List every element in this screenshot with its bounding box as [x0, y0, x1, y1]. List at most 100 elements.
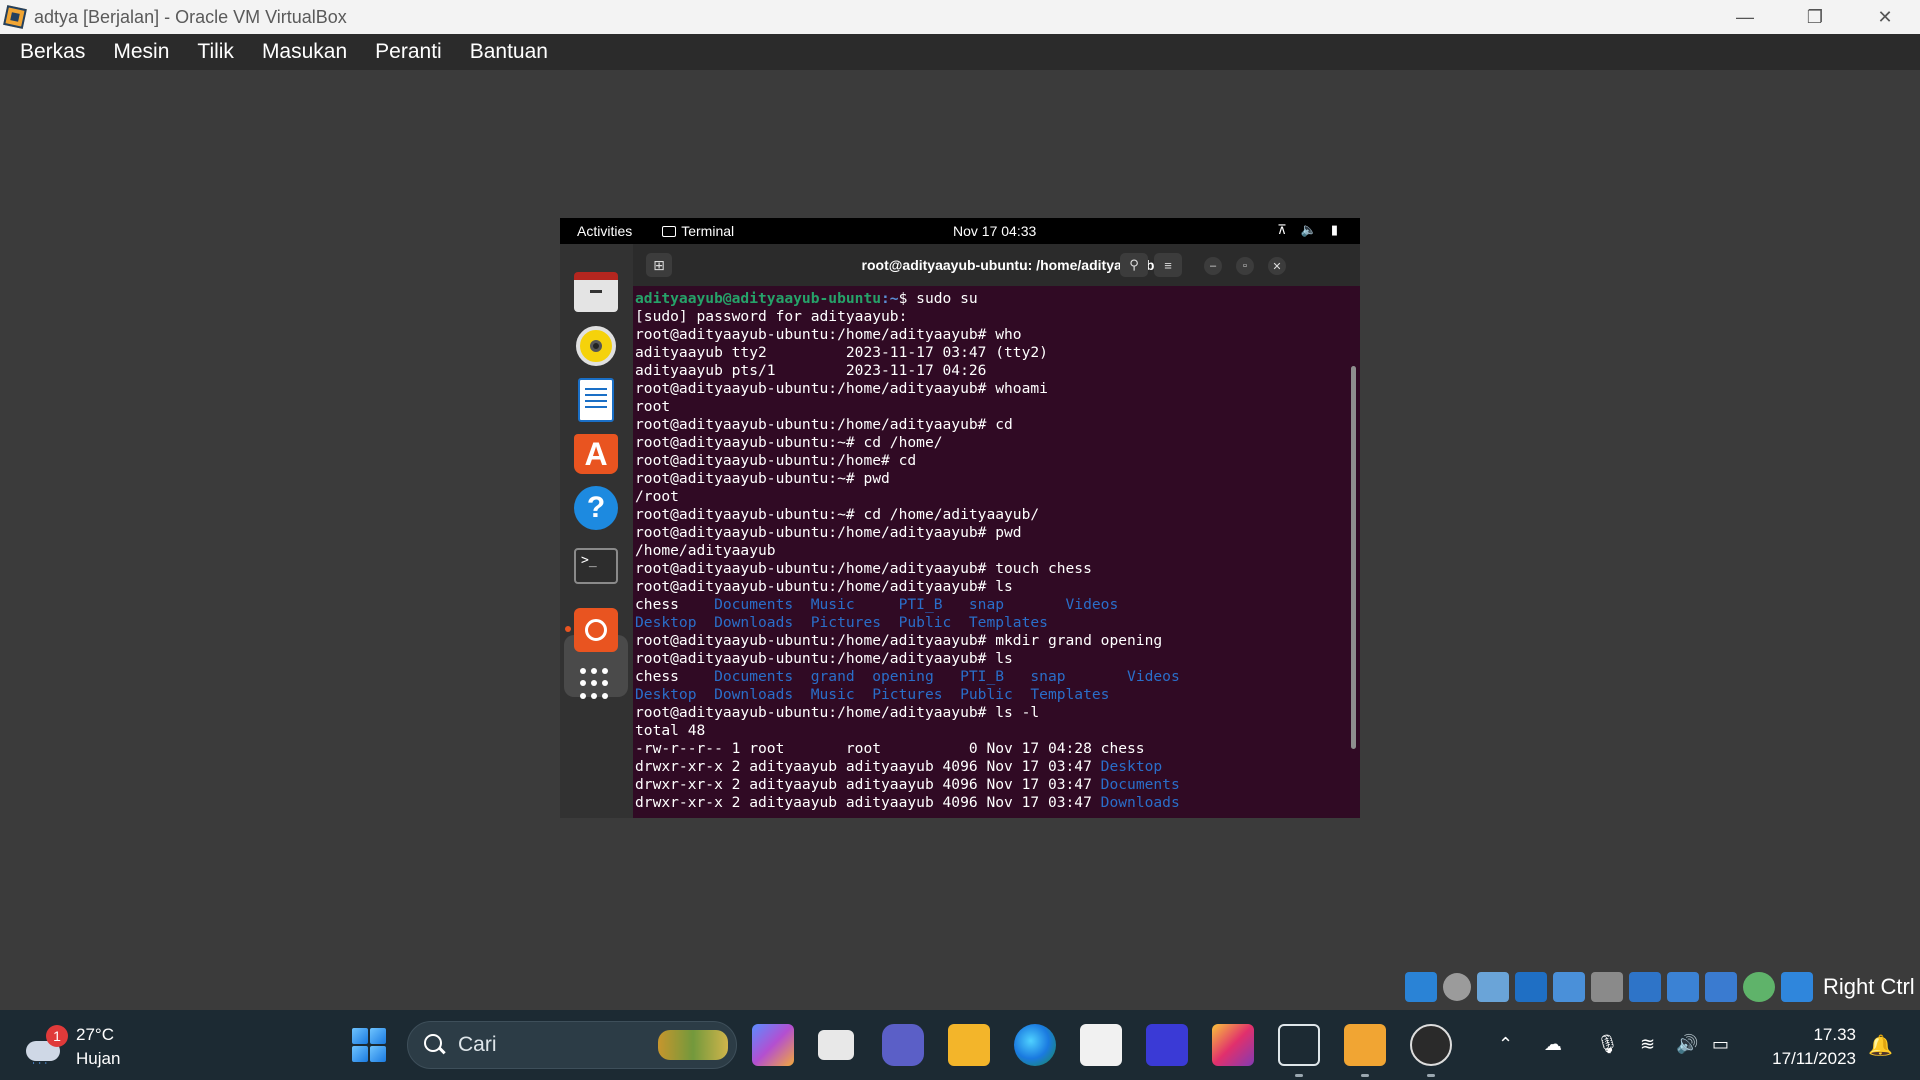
microphone-icon[interactable]: 🎙	[1596, 1034, 1619, 1055]
terminal-line: root@adityaayub-ubuntu:/home/adityaayub#…	[635, 524, 1022, 541]
instagram-icon[interactable]	[1212, 1024, 1254, 1066]
activities-button[interactable]: Activities	[577, 223, 632, 239]
terminal-output[interactable]: adityaayub@adityaayub-ubuntu:~$ sudo su …	[633, 286, 1360, 818]
system-clock[interactable]: 17.33 17/11/2023	[1758, 1023, 1856, 1071]
network-adapter-icon[interactable]	[1515, 972, 1547, 1002]
window-title: adtya [Berjalan] - Oracle VM VirtualBox	[34, 6, 347, 27]
terminal-line: total 48	[635, 722, 706, 739]
terminal-menu-button[interactable]: ≡	[1154, 253, 1182, 277]
mouse-integration-icon[interactable]	[1743, 972, 1775, 1002]
close-button[interactable]: ✕	[1850, 0, 1920, 34]
dock-terminal[interactable]: >_	[572, 542, 620, 590]
dock-writer[interactable]	[572, 376, 620, 424]
libreoffice-writer-icon	[578, 378, 614, 422]
terminal-line: root@adityaayub-ubuntu:/home/adityaayub#…	[635, 380, 1048, 397]
hamburger-icon: ≡	[1164, 257, 1172, 273]
restore-button[interactable]: ❐	[1780, 0, 1850, 34]
terminal-line: -rw-r--r-- 1 root root 0 Nov 17 04:28 ch…	[635, 740, 1145, 757]
dock-ubuntu[interactable]	[572, 606, 620, 654]
power-automate-icon[interactable]	[1146, 1024, 1188, 1066]
speaker-icon[interactable]: 🔊	[1676, 1034, 1698, 1055]
terminal-search-button[interactable]: ⚲	[1120, 253, 1148, 277]
search-icon	[424, 1034, 446, 1056]
ls-dirs: Desktop Downloads Music Pictures Public …	[635, 686, 1110, 703]
terminal-line: root	[635, 398, 671, 415]
app-menu-label: Terminal	[681, 223, 735, 239]
menu-tilik[interactable]: Tilik	[197, 40, 234, 64]
running-indicator	[565, 626, 571, 632]
audio-icon[interactable]	[1477, 972, 1509, 1002]
ubuntu-dock: A ? >_	[560, 244, 633, 818]
keyboard-capture-icon[interactable]	[1781, 972, 1813, 1002]
terminal-header-bar: ⊞ root@adityaayub-ubuntu: /home/adityaay…	[633, 244, 1360, 286]
rhythmbox-icon	[576, 326, 616, 366]
terminal-line: root@adityaayub-ubuntu:~# cd /home/	[635, 434, 943, 451]
taskbar-search[interactable]: Cari	[407, 1021, 737, 1069]
virtualbox-taskbar-icon[interactable]	[1344, 1024, 1386, 1066]
terminal-scrollbar[interactable]	[1351, 366, 1356, 749]
chevron-up-icon[interactable]: ⌃	[1498, 1034, 1513, 1055]
terminal-small-icon	[662, 225, 677, 237]
terminal-line: root@adityaayub-ubuntu:/home# cd	[635, 452, 917, 469]
rain-cloud-icon: ∙ ∙ ∙ 1	[24, 1025, 68, 1069]
hard-disk-icon[interactable]	[1405, 972, 1437, 1002]
recording-icon[interactable]	[1667, 972, 1699, 1002]
dock-show-apps[interactable]	[572, 660, 620, 708]
files-icon	[574, 272, 618, 312]
ls-file: chess	[635, 596, 715, 613]
menu-masukan[interactable]: Masukan	[262, 40, 347, 64]
running-indicator	[1427, 1074, 1435, 1077]
gnome-clock[interactable]: Nov 17 04:33	[953, 223, 1036, 239]
system-status-menu[interactable]: ⊼ 🔈 ▮	[1277, 222, 1338, 238]
virtualbox-icon	[2, 4, 28, 30]
dock-help[interactable]: ?	[572, 484, 620, 532]
dock-software[interactable]: A	[572, 430, 620, 478]
menu-mesin[interactable]: Mesin	[113, 40, 169, 64]
prompt-user: adityaayub@adityaayub-ubuntu	[635, 290, 882, 307]
cpu-icon[interactable]	[1705, 972, 1737, 1002]
weather-temperature: 27°C	[76, 1025, 114, 1044]
menu-peranti[interactable]: Peranti	[375, 40, 442, 64]
terminal-line: root@adityaayub-ubuntu:/home/adityaayub#…	[635, 326, 1022, 343]
help-icon: ?	[574, 486, 618, 530]
start-button[interactable]	[352, 1028, 386, 1062]
terminal-maximize-button[interactable]: ▫	[1236, 257, 1254, 275]
terminal-close-button[interactable]: ✕	[1268, 257, 1286, 275]
menu-bantuan[interactable]: Bantuan	[470, 40, 548, 64]
copilot-icon[interactable]	[752, 1024, 794, 1066]
terminal-line: root@adityaayub-ubuntu:/home/adityaayub#…	[635, 650, 1013, 667]
obs-icon[interactable]	[1410, 1024, 1452, 1066]
microsoft-store-icon[interactable]	[1080, 1024, 1122, 1066]
usb-icon[interactable]	[1553, 972, 1585, 1002]
network-icon: ⊼	[1277, 222, 1287, 237]
wifi-icon[interactable]: ≋	[1640, 1034, 1655, 1055]
volume-icon: 🔈	[1300, 222, 1317, 237]
battery-icon[interactable]: ▭	[1712, 1034, 1729, 1055]
teams-chat-icon[interactable]	[882, 1024, 924, 1066]
terminal-line: /home/adityaayub	[635, 542, 776, 559]
app-menu-terminal[interactable]: Terminal	[662, 223, 734, 239]
vbox-menu-bar: Berkas Mesin Tilik Masukan Peranti Bantu…	[0, 34, 1920, 70]
notification-bell-icon[interactable]: 🔔	[1868, 1033, 1893, 1058]
menu-berkas[interactable]: Berkas	[20, 40, 85, 64]
shared-folder-icon[interactable]	[1591, 972, 1623, 1002]
dock-files[interactable]	[572, 268, 620, 316]
minimize-button[interactable]: —	[1710, 0, 1780, 34]
dock-rhythmbox[interactable]	[572, 322, 620, 370]
task-view-icon[interactable]	[818, 1030, 854, 1060]
terminal-minimize-button[interactable]: –	[1204, 257, 1222, 275]
file-explorer-icon[interactable]	[948, 1024, 990, 1066]
guest-screen[interactable]: Activities Terminal Nov 17 04:33 ⊼ 🔈 ▮ A…	[560, 218, 1360, 818]
weather-widget[interactable]: ∙ ∙ ∙ 1 27°C Hujan	[24, 1023, 120, 1071]
terminal-line: root@adityaayub-ubuntu:~# pwd	[635, 470, 890, 487]
optical-drive-icon[interactable]	[1443, 973, 1471, 1001]
notification-badge: 1	[46, 1025, 68, 1047]
terminal-line: /root	[635, 488, 679, 505]
clock-time: 17.33	[1813, 1025, 1856, 1044]
display-icon[interactable]	[1629, 972, 1661, 1002]
onedrive-icon[interactable]: ☁	[1544, 1034, 1562, 1055]
ls-dirs: Documents Music PTI_B snap Videos	[714, 596, 1119, 613]
edge-icon[interactable]	[1014, 1024, 1056, 1066]
terminal-line: root@adityaayub-ubuntu:/home/adityaayub#…	[635, 704, 1040, 721]
vscode-like-icon[interactable]	[1278, 1024, 1320, 1066]
